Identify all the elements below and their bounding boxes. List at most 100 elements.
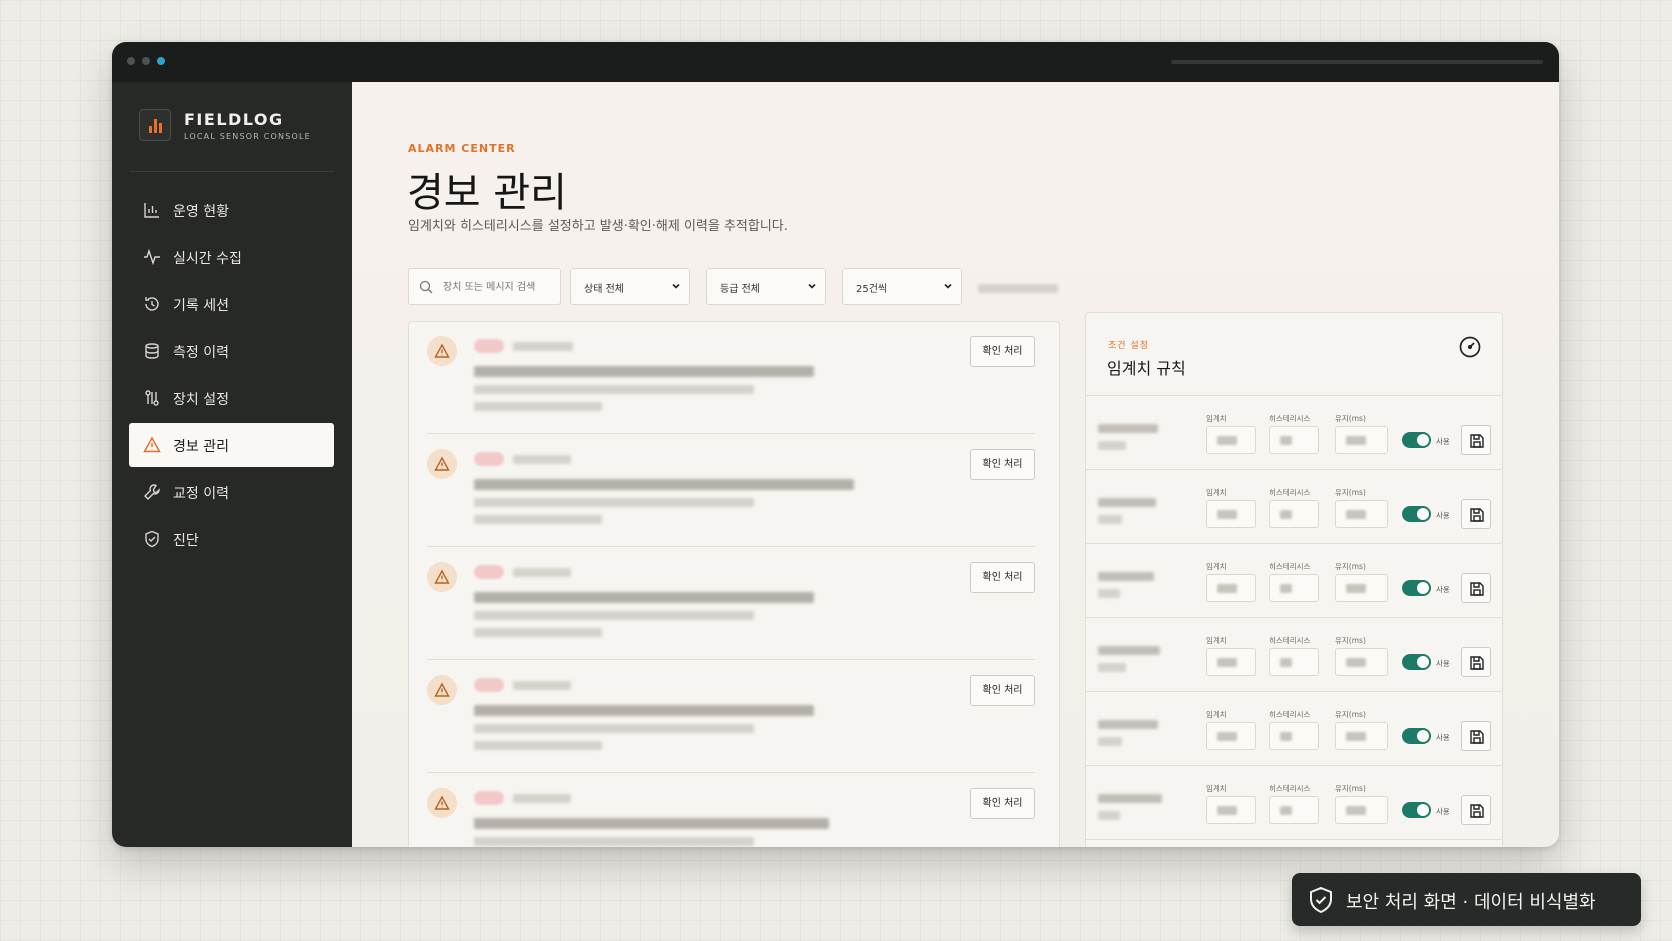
redacted-text bbox=[513, 342, 573, 351]
save-rule-button[interactable] bbox=[1461, 721, 1491, 751]
grade-filter-select[interactable]: 등급 전체 bbox=[706, 268, 826, 305]
threshold-input[interactable] bbox=[1206, 574, 1256, 602]
hold-ms-input[interactable] bbox=[1335, 648, 1388, 676]
hold-label: 유지(ms) bbox=[1335, 636, 1366, 645]
redacted-message bbox=[474, 818, 829, 829]
hysteresis-input[interactable] bbox=[1269, 796, 1319, 824]
threshold-input[interactable] bbox=[1206, 796, 1256, 824]
sidebar-item-calibration[interactable]: 교정 이력 bbox=[129, 470, 334, 514]
hysteresis-input[interactable] bbox=[1269, 426, 1319, 454]
sidebar-item-overview[interactable]: 운영 현황 bbox=[129, 188, 334, 232]
rule-enabled-toggle[interactable] bbox=[1402, 728, 1431, 744]
hold-ms-input[interactable] bbox=[1335, 426, 1388, 454]
hysteresis-input[interactable] bbox=[1269, 648, 1319, 676]
threshold-input[interactable] bbox=[1206, 426, 1256, 454]
toggle-label: 사용 bbox=[1436, 733, 1450, 742]
search-box bbox=[408, 268, 561, 305]
rule-enabled-toggle[interactable] bbox=[1402, 506, 1431, 522]
save-rule-button[interactable] bbox=[1461, 647, 1491, 677]
redacted-text bbox=[474, 402, 602, 411]
rule-enabled-toggle[interactable] bbox=[1402, 432, 1431, 448]
status-filter-select[interactable]: 상태 전체 bbox=[570, 268, 690, 305]
sidebar-item-sessions[interactable]: 기록 세션 bbox=[129, 282, 334, 326]
acknowledge-button[interactable]: 확인 처리 bbox=[970, 449, 1035, 480]
acknowledge-button[interactable]: 확인 처리 bbox=[970, 788, 1035, 819]
hysteresis-input[interactable] bbox=[1269, 500, 1319, 528]
hold-label: 유지(ms) bbox=[1335, 784, 1366, 793]
threshold-input[interactable] bbox=[1206, 500, 1256, 528]
chevron-down-icon bbox=[944, 283, 952, 289]
redacted-text bbox=[1098, 441, 1126, 450]
threshold-input[interactable] bbox=[1206, 722, 1256, 750]
grade-filter-value: 등급 전체 bbox=[720, 284, 760, 295]
hold-ms-input[interactable] bbox=[1335, 500, 1388, 528]
search-input[interactable] bbox=[443, 278, 555, 296]
brand-name: FIELDLOG bbox=[184, 110, 284, 129]
window-control-dot[interactable] bbox=[127, 57, 135, 65]
acknowledge-button[interactable]: 확인 처리 bbox=[970, 336, 1035, 367]
main-content: ALARM CENTER 경보 관리 임계치와 히스테리시스를 설정하고 발생·… bbox=[352, 82, 1559, 847]
search-icon bbox=[419, 280, 433, 294]
rule-enabled-toggle[interactable] bbox=[1402, 802, 1431, 818]
sidebar-item-device-settings[interactable]: 장치 설정 bbox=[129, 376, 334, 420]
rules-title: 임계치 규칙 bbox=[1107, 359, 1186, 378]
hold-ms-input[interactable] bbox=[1335, 796, 1388, 824]
alarm-item: 확인 처리 bbox=[427, 435, 1035, 547]
threshold-label: 임계치 bbox=[1206, 414, 1227, 423]
threshold-label: 임계치 bbox=[1206, 784, 1227, 793]
security-banner: 보안 처리 화면 · 데이터 비식별화 bbox=[1292, 873, 1641, 926]
sidebar-item-history[interactable]: 측정 이력 bbox=[129, 329, 334, 373]
threshold-input[interactable] bbox=[1206, 648, 1256, 676]
hysteresis-input[interactable] bbox=[1269, 722, 1319, 750]
hold-ms-input[interactable] bbox=[1335, 574, 1388, 602]
gauge-icon[interactable] bbox=[1458, 335, 1482, 359]
window-control-dot[interactable] bbox=[142, 57, 150, 65]
redacted-text bbox=[474, 724, 754, 733]
redacted-sensor-name bbox=[1098, 794, 1162, 803]
redacted-grade-badge bbox=[474, 565, 504, 579]
save-rule-button[interactable] bbox=[1461, 425, 1491, 455]
threshold-rules-panel: 조건 설정 임계치 규칙 임계치 히스테리시스 유지(ms) 사용 임계치 히스테리시스 유… bbox=[1085, 312, 1503, 847]
redacted-text bbox=[513, 455, 571, 464]
redacted-text bbox=[513, 681, 571, 690]
save-icon bbox=[1470, 656, 1484, 670]
page-size-select[interactable]: 25건씩 bbox=[842, 268, 962, 305]
save-rule-button[interactable] bbox=[1461, 795, 1491, 825]
warning-icon bbox=[427, 788, 457, 818]
threshold-label: 임계치 bbox=[1206, 710, 1227, 719]
sidebar-item-diagnostics[interactable]: 진단 bbox=[129, 517, 334, 561]
rule-enabled-toggle[interactable] bbox=[1402, 580, 1431, 596]
page-size-value: 25건씩 bbox=[856, 284, 888, 295]
redacted-text bbox=[474, 628, 602, 637]
status-filter-value: 상태 전체 bbox=[584, 284, 624, 295]
acknowledge-button[interactable]: 확인 처리 bbox=[970, 675, 1035, 706]
redacted-text bbox=[474, 611, 754, 620]
hysteresis-input[interactable] bbox=[1269, 574, 1319, 602]
security-banner-text: 보안 처리 화면 · 데이터 비식별화 bbox=[1346, 892, 1596, 913]
warning-icon bbox=[427, 562, 457, 592]
save-icon bbox=[1470, 804, 1484, 818]
hold-label: 유지(ms) bbox=[1335, 710, 1366, 719]
acknowledge-button[interactable]: 확인 처리 bbox=[970, 562, 1035, 593]
warning-icon bbox=[143, 436, 161, 453]
warning-icon bbox=[427, 336, 457, 366]
toggle-label: 사용 bbox=[1436, 511, 1450, 520]
hysteresis-label: 히스테리시스 bbox=[1269, 710, 1311, 719]
redacted-sensor-name bbox=[1098, 498, 1156, 507]
hysteresis-label: 히스테리시스 bbox=[1269, 784, 1311, 793]
sidebar-item-realtime[interactable]: 실시간 수집 bbox=[129, 235, 334, 279]
sidebar-item-alarms[interactable]: 경보 관리 bbox=[129, 423, 334, 467]
window-control-dot[interactable] bbox=[157, 57, 165, 65]
sidebar-item-label: 경보 관리 bbox=[173, 439, 229, 455]
rule-enabled-toggle[interactable] bbox=[1402, 654, 1431, 670]
save-rule-button[interactable] bbox=[1461, 499, 1491, 529]
alarm-item: 확인 처리 bbox=[427, 774, 1035, 847]
hold-label: 유지(ms) bbox=[1335, 562, 1366, 571]
page-description: 임계치와 히스테리시스를 설정하고 발생·확인·해제 이력을 추적합니다. bbox=[408, 219, 788, 234]
hold-ms-input[interactable] bbox=[1335, 722, 1388, 750]
alarm-item: 확인 처리 bbox=[427, 322, 1035, 434]
page-title: 경보 관리 bbox=[407, 170, 567, 216]
save-rule-button[interactable] bbox=[1461, 573, 1491, 603]
redacted-message bbox=[474, 366, 814, 377]
redacted-result-count bbox=[978, 284, 1058, 293]
